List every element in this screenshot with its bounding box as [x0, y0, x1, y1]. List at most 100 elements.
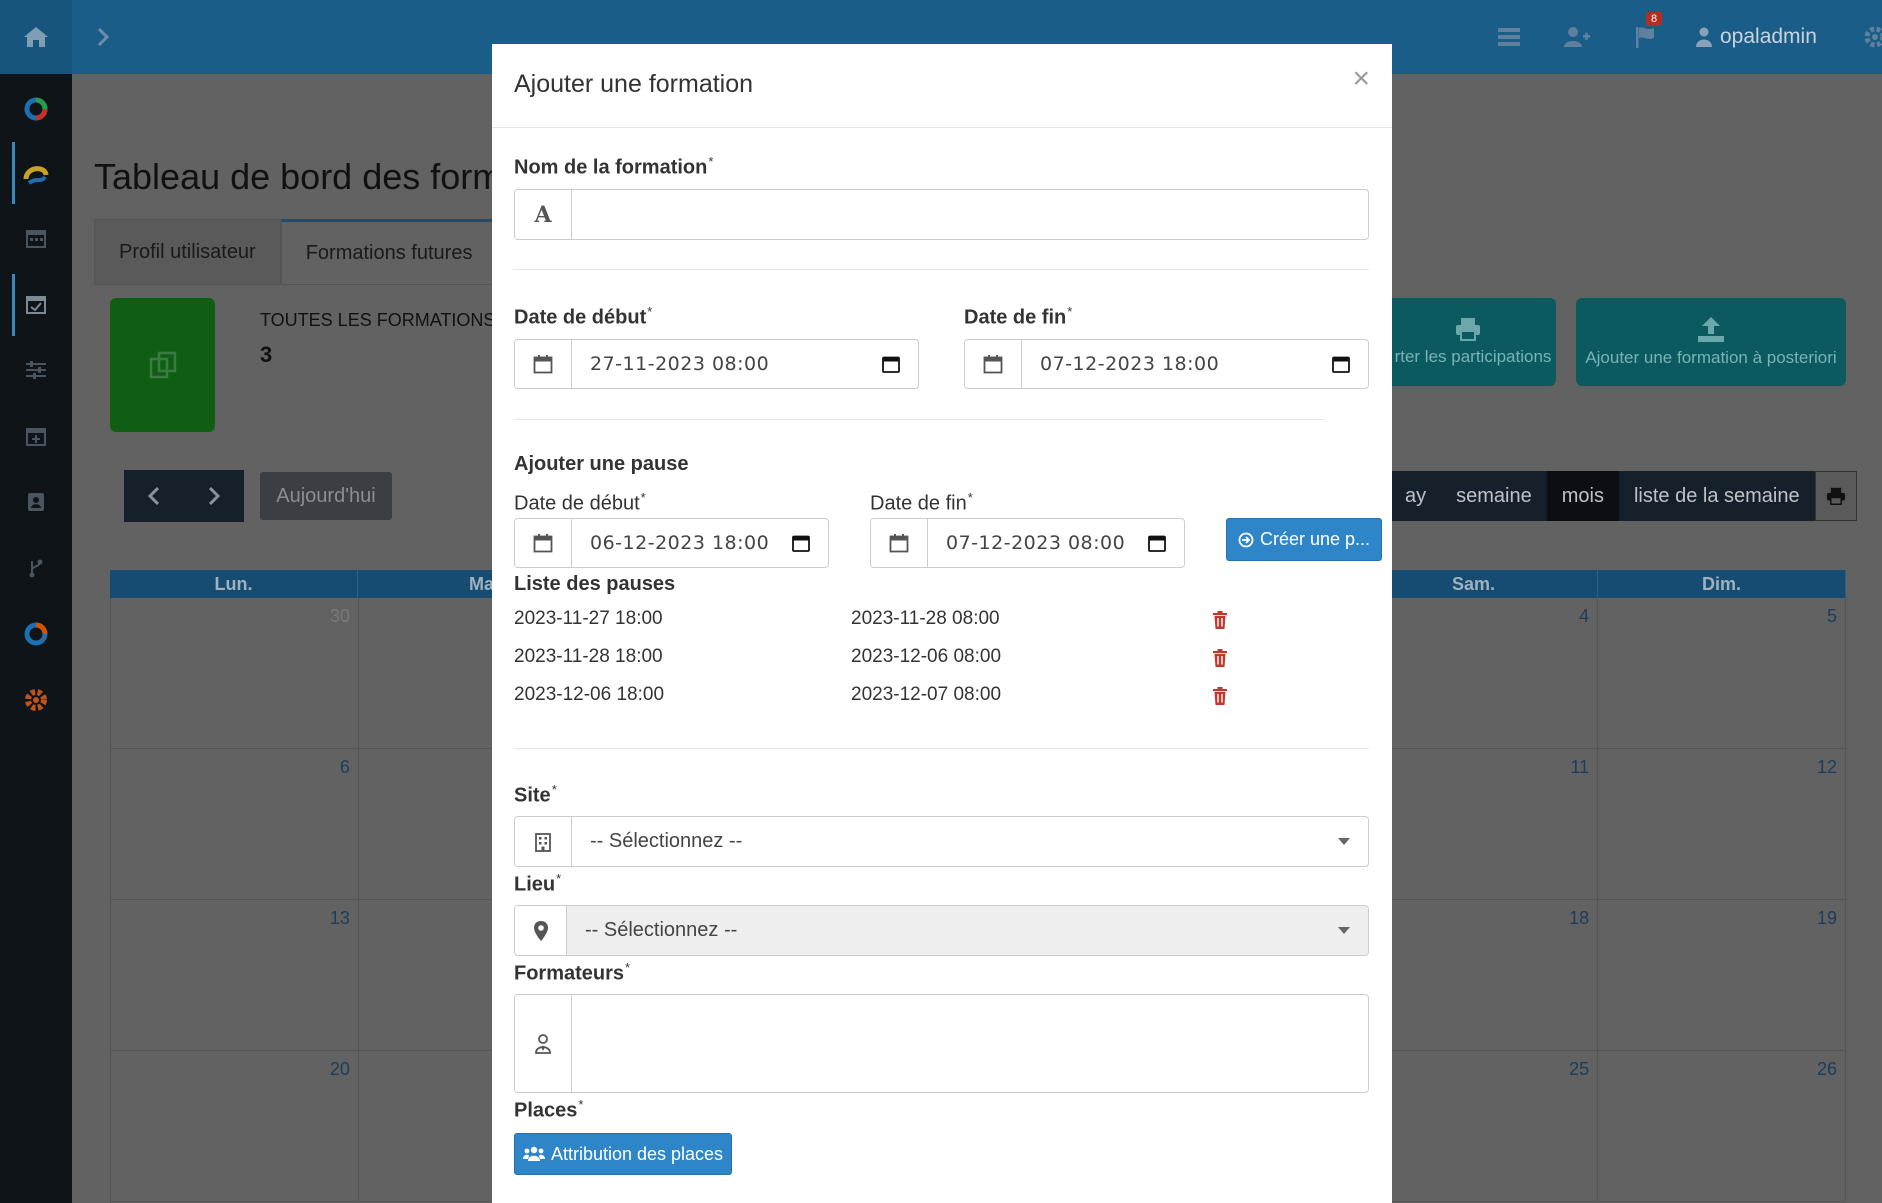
- stat-value: 3: [260, 342, 273, 367]
- trainers-multiselect[interactable]: [572, 995, 1368, 1092]
- map-marker-icon: [533, 920, 548, 941]
- calendar-day-cell[interactable]: 6: [111, 749, 359, 900]
- calendar-icon: [533, 534, 553, 553]
- calendar-icon: [889, 534, 909, 553]
- print-participations-button[interactable]: rter les participations: [1380, 298, 1556, 386]
- add-user-button[interactable]: [1562, 22, 1592, 52]
- training-name-field: [572, 190, 1368, 239]
- sliders-icon: [26, 361, 46, 379]
- sidebar-toggle-button[interactable]: [88, 22, 118, 52]
- print-participations-label: rter les participations: [1394, 347, 1552, 366]
- delete-pause-button[interactable]: [1209, 608, 1231, 632]
- calendar-day-cell[interactable]: 26: [1598, 1051, 1846, 1202]
- calendar-day-number: 26: [1816, 1059, 1837, 1079]
- calendar-day-cell[interactable]: 13: [111, 900, 359, 1051]
- tab-future-trainings[interactable]: Formations futures: [280, 219, 498, 285]
- sidebar-item-calendar[interactable]: [18, 220, 54, 256]
- training-name-input[interactable]: [590, 190, 1350, 239]
- stat-card-icon-box: [110, 298, 215, 432]
- sidebar-item-app-1[interactable]: [18, 91, 54, 127]
- end-date-value: 07-12-2023 18:00: [1040, 353, 1220, 375]
- sidebar-item-calendar-check[interactable]: [18, 286, 54, 322]
- calendar-prev-button[interactable]: [124, 470, 184, 522]
- sidebar-item-contacts[interactable]: [18, 484, 54, 520]
- training-name-addon: A: [515, 190, 572, 239]
- user-menu[interactable]: opaladmin: [1696, 22, 1817, 52]
- list-button[interactable]: [1494, 22, 1524, 52]
- pause-row: 2023-11-28 18:00 2023-12-06 08:00: [514, 644, 1234, 674]
- view-month-button[interactable]: mois: [1546, 471, 1619, 521]
- required-mark: *: [708, 154, 714, 169]
- home-button[interactable]: [0, 0, 72, 74]
- assign-places-button[interactable]: Attribution des places: [514, 1133, 732, 1175]
- trainers-label: Formateurs*: [514, 960, 630, 986]
- sidebar-item-app-4[interactable]: [18, 682, 54, 718]
- pause-end-addon: [871, 519, 928, 567]
- pause-end-input[interactable]: 07-12-2023 08:00: [928, 519, 1184, 567]
- start-date-input[interactable]: 27-11-2023 08:00: [572, 340, 918, 388]
- trash-icon: [1213, 687, 1227, 705]
- required-mark: *: [647, 304, 653, 319]
- calendar-check-icon: [26, 296, 46, 314]
- today-button[interactable]: Aujourd'hui: [260, 472, 392, 520]
- pauses-list-heading: Liste des pauses: [514, 573, 676, 595]
- tab-user-profile[interactable]: Profil utilisateur: [94, 219, 281, 285]
- view-week-list-button[interactable]: liste de la semaine: [1618, 471, 1815, 521]
- page-title: Tableau de bord des forma: [94, 156, 523, 197]
- modal-header: Ajouter une formation ×: [492, 44, 1392, 128]
- calendar-day-cell[interactable]: 12: [1598, 749, 1846, 900]
- calendar-picker-icon[interactable]: [792, 534, 810, 552]
- pause-start-input[interactable]: 06-12-2023 18:00: [572, 519, 828, 567]
- add-training-afterwards-button[interactable]: Ajouter une formation à posteriori: [1576, 298, 1846, 386]
- start-date-label-text: Date de début: [514, 306, 647, 329]
- end-date-label: Date de fin*: [964, 304, 1072, 330]
- sidebar-item-app-2[interactable]: [18, 156, 54, 192]
- add-pause-heading: Ajouter une pause: [514, 453, 689, 475]
- training-name-input-group: A: [514, 189, 1369, 240]
- sidebar-item-app-3[interactable]: [18, 616, 54, 652]
- modal-close-button[interactable]: ×: [1352, 64, 1370, 94]
- calendar-icon: [26, 230, 46, 248]
- add-training-afterwards-label: Ajouter une formation à posteriori: [1585, 348, 1837, 367]
- required-mark: *: [1067, 304, 1073, 319]
- pause-end-cell: 2023-11-28 08:00: [851, 608, 1000, 629]
- calendar-day-number: 13: [329, 908, 350, 928]
- location-select[interactable]: -- Sélectionnez --: [567, 906, 1368, 955]
- site-label: Site*: [514, 782, 557, 808]
- end-date-input[interactable]: 07-12-2023 18:00: [1022, 340, 1368, 388]
- site-select[interactable]: -- Sélectionnez --: [572, 817, 1368, 866]
- location-selected-value: -- Sélectionnez --: [585, 919, 738, 941]
- settings-button[interactable]: [1860, 22, 1882, 52]
- view-week-button[interactable]: semaine: [1441, 471, 1547, 521]
- sidebar-item-branch[interactable]: [18, 550, 54, 586]
- calendar-picker-icon[interactable]: [1332, 355, 1350, 373]
- calendar-next-button[interactable]: [184, 470, 244, 522]
- calendar-print-button[interactable]: [1814, 471, 1857, 521]
- delete-pause-button[interactable]: [1209, 646, 1231, 670]
- assign-places-label: Attribution des places: [550, 1143, 724, 1164]
- modal-title: Ajouter une formation: [514, 70, 754, 98]
- calendar-day-cell[interactable]: 30: [111, 598, 359, 749]
- sidebar-item-calendar-plus[interactable]: [18, 418, 54, 454]
- view-day-button[interactable]: ay: [1390, 471, 1442, 521]
- site-select-group: -- Sélectionnez --: [514, 816, 1369, 867]
- calendar-picker-icon[interactable]: [882, 355, 900, 373]
- notifications-button[interactable]: [1630, 22, 1660, 52]
- create-pause-label: Créer une p...: [1259, 529, 1371, 549]
- sidebar-item-settings-sliders[interactable]: [18, 352, 54, 388]
- calendar-view-switcher: ay semaine mois liste de la semaine: [1390, 471, 1857, 521]
- delete-pause-button[interactable]: [1209, 684, 1231, 708]
- caret-down-icon: [1338, 926, 1350, 934]
- calendar-day-cell[interactable]: 5: [1598, 598, 1846, 749]
- calendar-day-cell[interactable]: 20: [111, 1051, 359, 1202]
- create-pause-button[interactable]: Créer une p...: [1226, 518, 1382, 561]
- calendar-picker-icon[interactable]: [1148, 534, 1166, 552]
- building-icon: [535, 832, 551, 852]
- printer-icon: [1826, 487, 1845, 505]
- chevron-right-icon: [97, 27, 110, 47]
- copy-icon: [149, 351, 176, 379]
- user-plus-icon: [1564, 27, 1590, 47]
- divider: [514, 748, 1369, 749]
- calendar-day-cell[interactable]: 19: [1598, 900, 1846, 1051]
- required-mark: *: [625, 960, 631, 975]
